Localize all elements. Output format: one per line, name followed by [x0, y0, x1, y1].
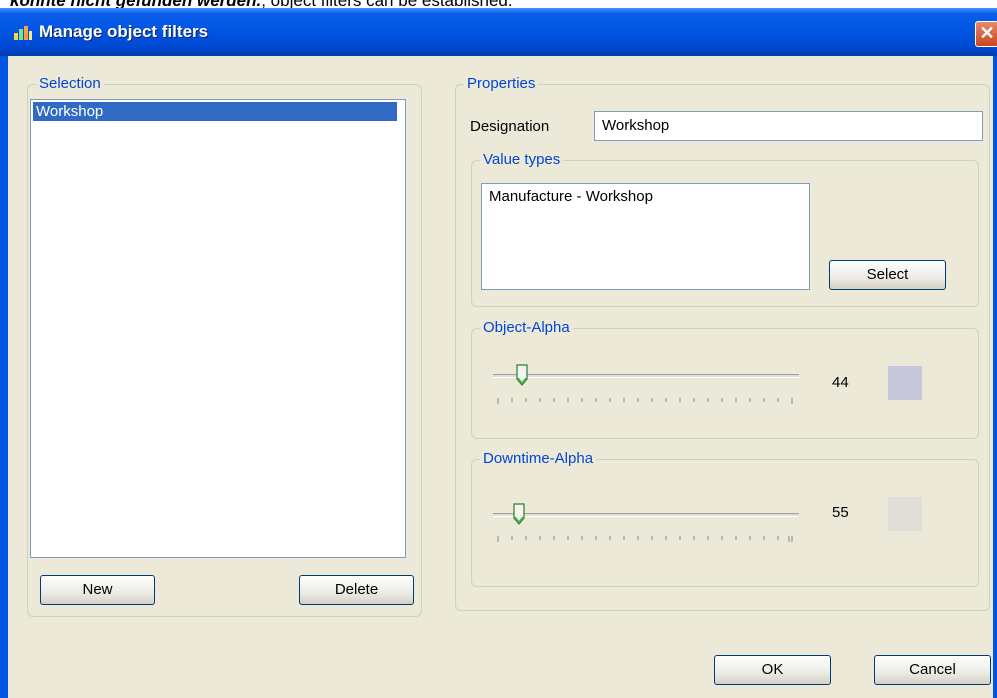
object-alpha-slider-track[interactable]	[493, 374, 799, 378]
object-alpha-color-swatch	[888, 366, 922, 400]
window-title: Manage object filters	[39, 22, 209, 41]
delete-button[interactable]: Delete	[299, 575, 414, 605]
select-button[interactable]: Select	[829, 260, 946, 290]
selection-legend: Selection	[36, 75, 104, 93]
app-icon	[14, 26, 32, 40]
ok-button[interactable]: OK	[714, 655, 831, 685]
object-alpha-value: 44	[832, 374, 849, 391]
value-types-legend: Value types	[480, 151, 564, 169]
object-alpha-ticks	[497, 398, 793, 404]
close-button[interactable]: ✕	[975, 21, 997, 47]
downtime-alpha-slider-thumb[interactable]	[513, 503, 525, 525]
list-item[interactable]: Manufacture - Workshop	[489, 188, 802, 205]
cancel-button[interactable]: Cancel	[874, 655, 991, 685]
designation-field[interactable]: Workshop	[594, 111, 983, 141]
downtime-alpha-slider-track[interactable]	[493, 513, 799, 517]
close-icon: ✕	[979, 23, 995, 43]
object-alpha-legend: Object-Alpha	[480, 319, 573, 337]
new-button[interactable]: New	[40, 575, 155, 605]
list-item[interactable]: Workshop	[33, 102, 397, 121]
downtime-alpha-ticks	[497, 536, 793, 542]
object-alpha-slider-thumb[interactable]	[516, 364, 528, 386]
downtime-alpha-value: 55	[832, 504, 849, 521]
designation-label: Designation	[470, 118, 550, 135]
properties-legend: Properties	[464, 75, 539, 93]
downtime-alpha-color-swatch	[888, 497, 922, 531]
downtime-alpha-legend: Downtime-Alpha	[480, 450, 597, 468]
selection-list[interactable]: Workshop	[30, 99, 406, 558]
title-bar[interactable]: Manage object filters ✕	[0, 8, 997, 56]
value-types-list[interactable]: Manufacture - Workshop	[481, 183, 810, 290]
